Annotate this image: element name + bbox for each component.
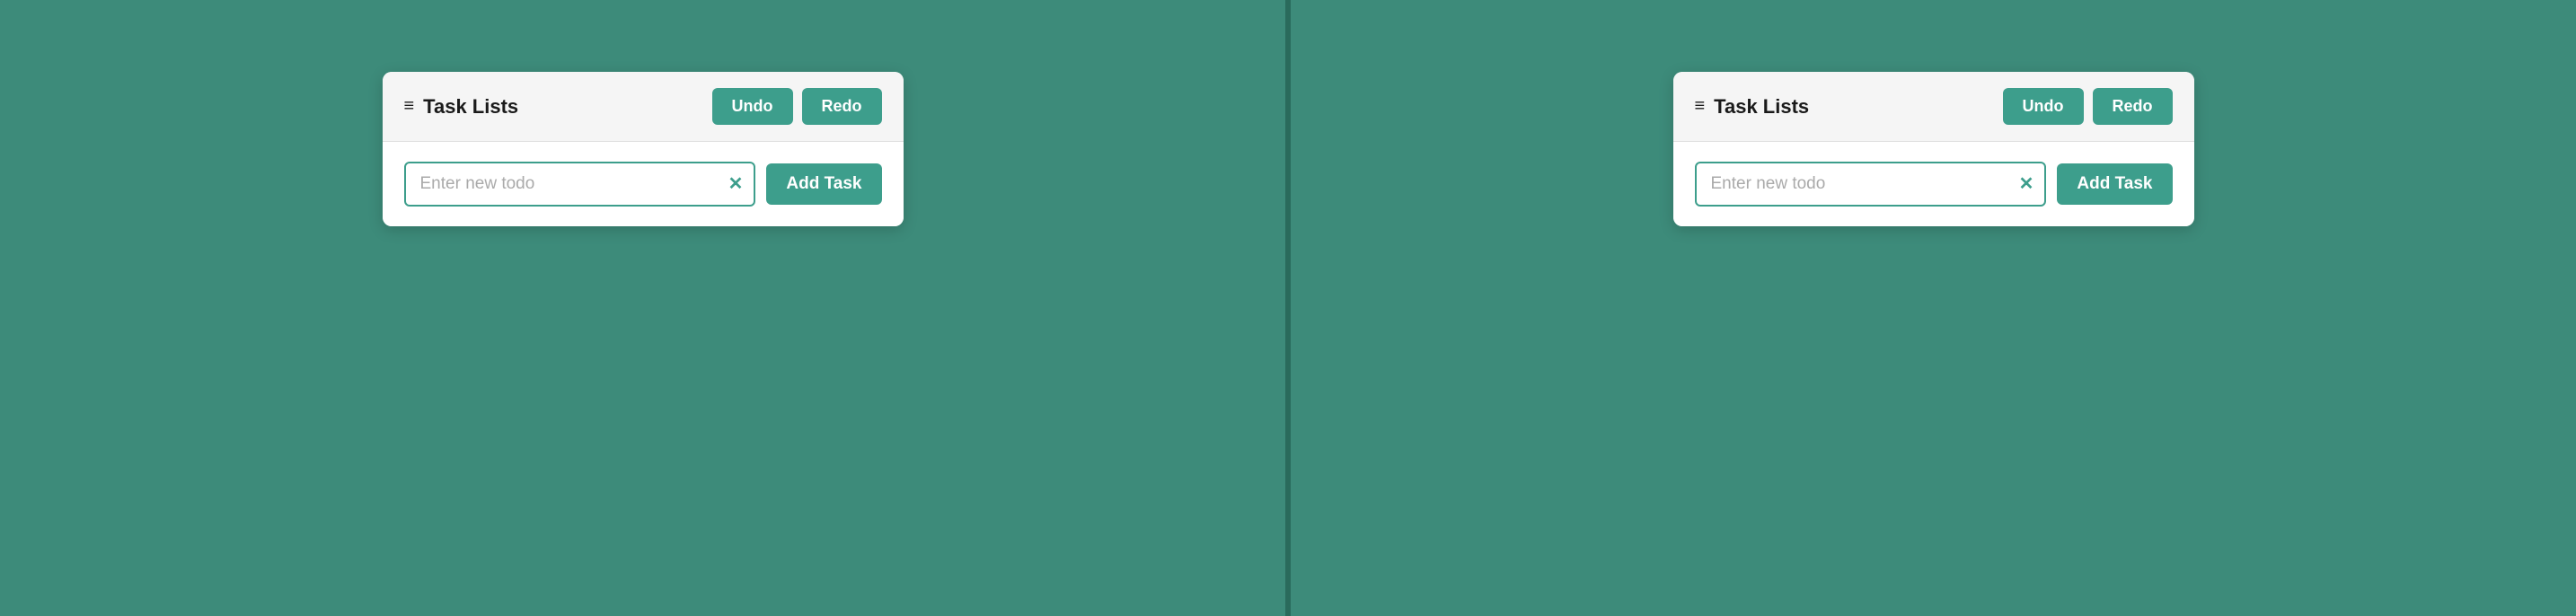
right-card-title: ≡ Task Lists [1695,95,1810,119]
right-card-header: ≡ Task Lists Undo Redo [1673,72,2194,142]
task-list-icon-left: ≡ [404,96,415,117]
left-card-header: ≡ Task Lists Undo Redo [383,72,904,142]
right-card: ≡ Task Lists Undo Redo ✕ Add Task [1673,72,2194,226]
right-todo-input[interactable] [1695,162,2047,207]
left-card-title: ≡ Task Lists [404,95,519,119]
left-header-buttons: Undo Redo [712,88,882,125]
right-header-buttons: Undo Redo [2003,88,2173,125]
right-panel: ≡ Task Lists Undo Redo ✕ Add Task [1291,0,2576,616]
right-card-body: ✕ Add Task [1673,142,2194,226]
task-list-icon-right: ≡ [1695,96,1706,117]
left-todo-input[interactable] [404,162,756,207]
left-add-task-button[interactable]: Add Task [766,163,881,205]
left-card-body: ✕ Add Task [383,142,904,226]
right-add-task-button[interactable]: Add Task [2057,163,2172,205]
right-undo-button[interactable]: Undo [2003,88,2084,125]
left-input-wrapper: ✕ [404,162,756,207]
left-redo-button[interactable]: Redo [802,88,882,125]
left-panel: ≡ Task Lists Undo Redo ✕ Add Task [0,0,1285,616]
left-clear-button[interactable]: ✕ [728,175,744,193]
left-card: ≡ Task Lists Undo Redo ✕ Add Task [383,72,904,226]
right-input-wrapper: ✕ [1695,162,2047,207]
left-title-text: Task Lists [423,95,518,119]
right-clear-button[interactable]: ✕ [2019,175,2034,193]
right-title-text: Task Lists [1714,95,1809,119]
left-undo-button[interactable]: Undo [712,88,793,125]
right-redo-button[interactable]: Redo [2093,88,2173,125]
